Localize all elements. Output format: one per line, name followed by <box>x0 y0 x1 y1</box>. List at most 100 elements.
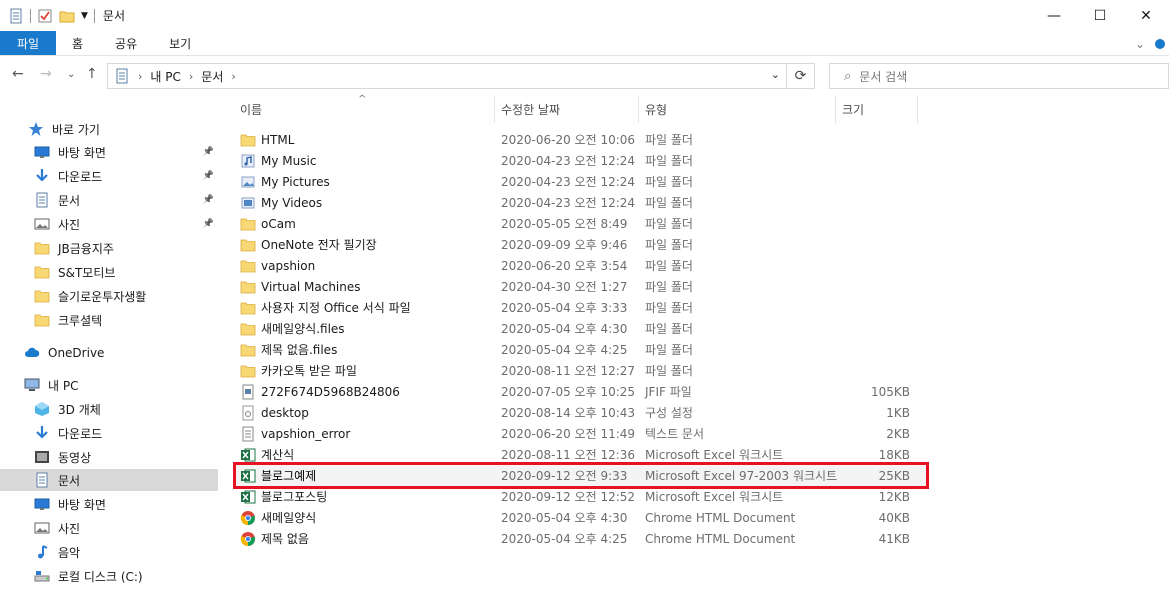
file-row[interactable]: HTML 2020-06-20 오전 10:06 파일 폴더 <box>236 129 926 150</box>
file-type: Microsoft Excel 워크시트 <box>645 490 784 504</box>
file-row[interactable]: My Pictures 2020-04-23 오전 12:24 파일 폴더 <box>236 171 926 192</box>
file-row[interactable]: 제목 없음.files 2020-05-04 오후 4:25 파일 폴더 <box>236 339 926 360</box>
recent-locations-icon[interactable]: ⌄ <box>67 69 75 80</box>
document-icon <box>114 68 130 84</box>
help-icon[interactable] <box>1155 38 1165 49</box>
back-arrow-icon[interactable]: ← <box>12 66 24 82</box>
file-row[interactable]: 새메일양식.files 2020-05-04 오후 4:30 파일 폴더 <box>236 318 926 339</box>
file-row[interactable]: 272F674D5968B24806 2020-07-05 오후 10:25 JFI… <box>236 381 926 402</box>
document-properties-icon[interactable] <box>8 8 24 24</box>
sidebar-item[interactable]: 3D 개체 <box>34 398 218 420</box>
maximize-button[interactable]: ☐ <box>1077 0 1123 31</box>
file-size: 18KB <box>878 447 910 462</box>
tab-share[interactable]: 공유 <box>99 31 153 55</box>
file-row[interactable]: oCam 2020-05-05 오전 8:49 파일 폴더 <box>236 213 926 234</box>
sidebar-item[interactable]: 다운로드 📌 <box>34 165 218 187</box>
file-row[interactable]: My Videos 2020-04-23 오전 12:24 파일 폴더 <box>236 192 926 213</box>
file-row[interactable]: 제목 없음 2020-05-04 오후 4:25 Chrome HTML Docum… <box>236 528 926 549</box>
forward-arrow-icon[interactable]: → <box>40 66 52 82</box>
file-row[interactable]: desktop 2020-08-14 오후 10:43 구성 설정 1KB <box>236 402 926 423</box>
file-type: JFIF 파일 <box>645 385 692 399</box>
sidebar-item[interactable]: OneDrive <box>24 342 218 364</box>
address-bar[interactable]: › 내 PC › 문서 › ⌄ <box>107 63 787 89</box>
sidebar-item[interactable]: 사진 <box>34 517 218 539</box>
file-date: 2020-06-20 오후 3:54 <box>501 259 628 273</box>
sidebar-item[interactable]: JB금융지주 <box>34 237 218 259</box>
document-icon <box>34 472 50 488</box>
sidebar-item-label: 슬기로운투자생활 <box>58 289 147 304</box>
sidebar-item[interactable]: 바탕 화면 📌 <box>34 141 218 163</box>
file-date: 2020-08-14 오후 10:43 <box>501 406 636 420</box>
breadcrumb-this-pc[interactable]: 내 PC <box>150 68 180 85</box>
sidebar-item[interactable]: 문서 📌 <box>34 189 218 211</box>
sidebar-item[interactable]: S&T모티브 <box>34 261 218 283</box>
sidebar-item[interactable]: 문서 <box>0 469 218 491</box>
sidebar-item[interactable]: 내 PC <box>24 374 218 396</box>
file-type: 텍스트 문서 <box>645 427 705 441</box>
sidebar-item[interactable]: 음악 <box>34 541 218 563</box>
music-folder-icon <box>240 153 256 169</box>
file-row[interactable]: 계산식 2020-08-11 오전 12:36 Microsoft Excel 워크… <box>236 444 926 465</box>
pin-icon: 📌 <box>202 147 214 157</box>
file-row[interactable]: vapshion_error 2020-06-20 오전 11:49 텍스트 문서 2… <box>236 423 926 444</box>
column-header-date[interactable]: 수정한 날짜 <box>495 96 639 123</box>
star-icon <box>28 121 44 137</box>
breadcrumb-chevron-icon[interactable]: › <box>231 70 235 83</box>
minimize-button[interactable]: — <box>1031 0 1077 31</box>
file-name: My Videos <box>261 195 323 210</box>
customize-toolbar-dropdown[interactable]: ▼ <box>81 11 88 21</box>
tab-home[interactable]: 홈 <box>56 31 99 55</box>
file-row[interactable]: vapshion 2020-06-20 오후 3:54 파일 폴더 <box>236 255 926 276</box>
file-date: 2020-04-23 오전 12:24 <box>501 175 636 189</box>
column-header-type[interactable]: 유형 <box>639 96 836 123</box>
search-input[interactable]: ⌕ 문서 검색 <box>829 63 1169 89</box>
toolbar-divider <box>93 8 95 23</box>
file-row[interactable]: 블로그포스팅 2020-09-12 오전 12:52 Microsoft Excel… <box>236 486 926 507</box>
breadcrumb-chevron-icon[interactable]: › <box>189 70 193 83</box>
address-dropdown-icon[interactable]: ⌄ <box>771 68 780 81</box>
excel-icon <box>240 468 256 484</box>
breadcrumb-documents[interactable]: 문서 <box>201 68 223 85</box>
file-row[interactable]: My Music 2020-04-23 오전 12:24 파일 폴더 <box>236 150 926 171</box>
sidebar-item[interactable]: 크루셜텍 <box>34 309 218 331</box>
chevron-down-icon[interactable]: ⌄ <box>1135 37 1145 51</box>
new-folder-icon[interactable] <box>59 8 75 24</box>
file-size: 105KB <box>870 384 910 399</box>
file-name: 블로그예제 <box>261 469 317 483</box>
file-date: 2020-07-05 오후 10:25 <box>501 385 636 399</box>
file-type: 파일 폴더 <box>645 280 693 294</box>
sidebar-item-label: 바탕 화면 <box>58 497 106 512</box>
checkmark-properties-icon[interactable] <box>37 8 53 24</box>
file-size: 40KB <box>878 510 910 525</box>
sidebar-item[interactable]: 바탕 화면 <box>34 493 218 515</box>
file-row[interactable]: 블로그예제 2020-09-12 오전 9:33 Microsoft Excel 9… <box>233 462 929 489</box>
sidebar-item[interactable]: 바로 가기 <box>28 118 218 140</box>
up-arrow-icon[interactable]: ↑ <box>86 66 98 82</box>
refresh-button[interactable]: ⟳ <box>787 63 815 89</box>
file-row[interactable]: 카카오톡 받은 파일 2020-08-11 오전 12:27 파일 폴더 <box>236 360 926 381</box>
ribbon-right-controls: ⌄ <box>1135 31 1169 56</box>
tab-file[interactable]: 파일 <box>0 31 56 55</box>
tab-view[interactable]: 보기 <box>153 31 207 55</box>
file-row[interactable]: 새메일양식 2020-05-04 오후 4:30 Chrome HTML Docum… <box>236 507 926 528</box>
close-button[interactable]: ✕ <box>1123 0 1169 31</box>
folder-icon <box>240 321 256 337</box>
file-type: 파일 폴더 <box>645 133 693 147</box>
sidebar-item[interactable]: 동영상 <box>34 446 218 468</box>
sidebar-item[interactable]: 슬기로운투자생활 <box>34 285 218 307</box>
file-date: 2020-09-12 오전 9:33 <box>501 469 628 483</box>
file-row[interactable]: Virtual Machines 2020-04-30 오전 1:27 파일 폴더 <box>236 276 926 297</box>
breadcrumb-chevron-icon[interactable]: › <box>138 70 142 83</box>
file-name: desktop <box>261 405 309 420</box>
sidebar-item[interactable]: 다운로드 <box>34 422 218 444</box>
sidebar-item[interactable]: 사진 📌 <box>34 213 218 235</box>
sidebar-item-label: 바로 가기 <box>52 122 100 137</box>
column-header-size[interactable]: 크기 <box>836 96 918 123</box>
file-name-cell: OneNote 전자 필기장 <box>240 236 377 253</box>
file-row[interactable]: 사용자 지정 Office 서식 파일 2020-05-04 오후 3:33 파일 … <box>236 297 926 318</box>
file-name-cell: 제목 없음.files <box>240 341 337 358</box>
file-date: 2020-06-20 오전 11:49 <box>501 427 636 441</box>
file-row[interactable]: OneNote 전자 필기장 2020-09-09 오후 9:46 파일 폴더 <box>236 234 926 255</box>
sidebar-item[interactable]: 로컬 디스크 (C:) <box>34 565 218 587</box>
file-date: 2020-05-04 오후 4:25 <box>501 532 628 546</box>
